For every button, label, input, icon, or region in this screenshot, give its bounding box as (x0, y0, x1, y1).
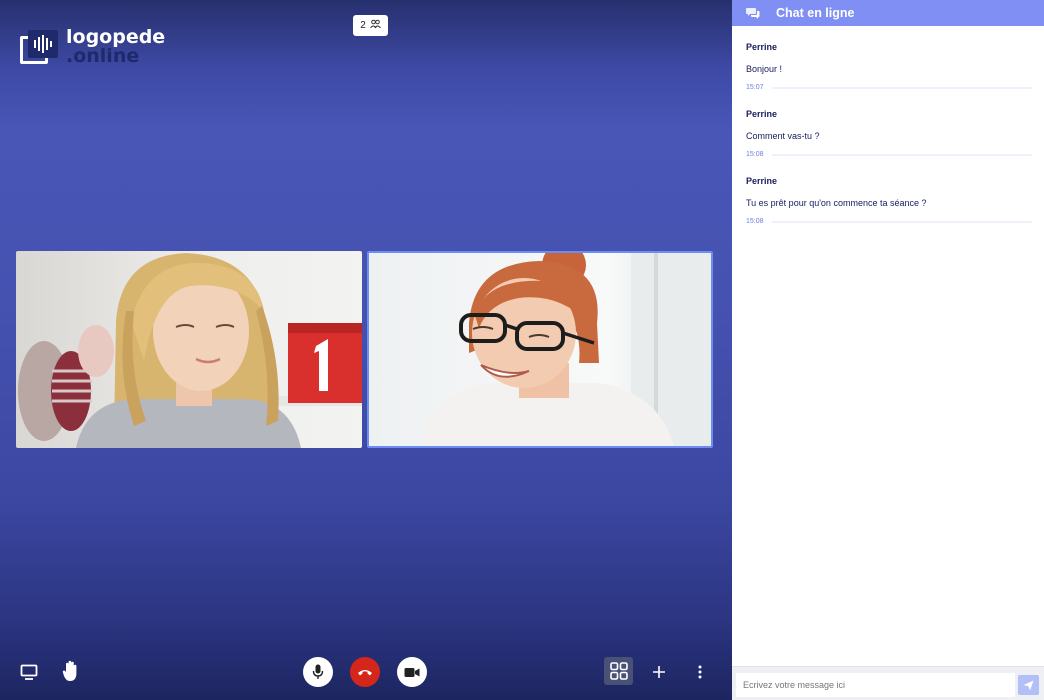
more-options-button[interactable] (690, 662, 710, 682)
chat-bubbles-icon (746, 8, 760, 19)
raise-hand-icon (62, 660, 77, 681)
add-button[interactable] (649, 662, 669, 682)
message-divider (771, 220, 1032, 223)
microphone-button[interactable] (303, 657, 333, 687)
participants-icon (369, 19, 381, 32)
video-feed-1 (16, 251, 362, 448)
video-participant-1[interactable] (16, 251, 362, 448)
message-time: 15:07 (746, 84, 764, 91)
screen-share-button[interactable] (18, 661, 40, 683)
message-divider (771, 153, 1032, 156)
message-author: Perrine (746, 109, 778, 119)
chat-composer (732, 666, 1044, 700)
chat-header: Chat en ligne (732, 0, 1044, 26)
video-stage: logopede .online 2 (0, 0, 732, 700)
message-author: Perrine (746, 42, 778, 52)
plus-icon (653, 666, 665, 678)
video-feed-2 (369, 253, 711, 446)
send-icon (1023, 680, 1034, 690)
chat-title: Chat en ligne (776, 6, 855, 20)
message-divider (771, 86, 1032, 89)
message-text: Bonjour ! (746, 64, 783, 74)
chat-message-input[interactable] (736, 673, 1015, 697)
message-text: Tu es prêt pour qu'on commence ta séance… (746, 198, 927, 208)
chat-message: Perrine Comment vas-tu ? 15:08 (746, 109, 1032, 158)
chat-message: Perrine Bonjour ! 15:07 (746, 42, 1032, 91)
message-time: 15:08 (746, 218, 764, 225)
camera-icon (404, 667, 420, 677)
logo-mark-icon (20, 28, 58, 64)
logo: logopede .online (20, 28, 165, 66)
message-time: 15:08 (746, 151, 764, 158)
message-text: Comment vas-tu ? (746, 131, 820, 141)
hang-up-icon (358, 670, 372, 676)
participants-badge[interactable]: 2 (353, 15, 388, 36)
hang-up-button[interactable] (350, 657, 380, 687)
chat-panel: Chat en ligne Perrine Bonjour ! 15:07 Pe… (732, 0, 1044, 700)
send-button[interactable] (1018, 675, 1039, 695)
raise-hand-button[interactable] (60, 659, 82, 683)
microphone-icon (312, 664, 324, 679)
grid-view-button[interactable] (604, 657, 633, 685)
logo-text-line2: .online (66, 45, 140, 67)
chat-message: Perrine Tu es prêt pour qu'on commence t… (746, 176, 1032, 225)
message-author: Perrine (746, 176, 778, 186)
video-participant-2[interactable] (367, 251, 713, 448)
grid-view-icon (609, 662, 628, 680)
more-vertical-icon (698, 665, 702, 679)
screen-share-icon (20, 664, 38, 680)
participants-count: 2 (360, 20, 366, 31)
camera-button[interactable] (397, 657, 427, 687)
